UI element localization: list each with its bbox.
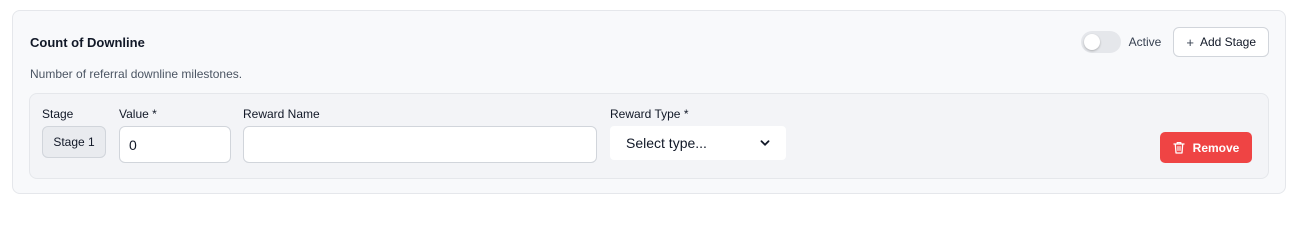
trash-icon: [1173, 141, 1185, 154]
chevron-down-icon: [760, 140, 770, 146]
reward-type-label: Reward Type *: [610, 107, 689, 121]
stage-label: Stage: [42, 107, 74, 121]
reward-type-value: Select type...: [626, 135, 707, 151]
add-stage-button[interactable]: + Add Stage: [1173, 27, 1269, 57]
count-of-downline-card: Count of Downline Number of referral dow…: [12, 10, 1286, 194]
header-actions: Active + Add Stage: [1080, 27, 1269, 57]
section-title: Count of Downline: [30, 35, 145, 50]
active-label: Active: [1128, 35, 1162, 49]
section-description: Number of referral downline milestones.: [30, 67, 243, 81]
active-toggle[interactable]: [1080, 31, 1121, 53]
remove-stage-button[interactable]: Remove: [1160, 132, 1252, 163]
add-stage-label: Add Stage: [1199, 35, 1256, 49]
plus-icon: +: [1186, 34, 1194, 50]
remove-label: Remove: [1192, 140, 1240, 155]
stage-badge: Stage 1: [42, 126, 106, 158]
reward-type-select[interactable]: Select type...: [610, 126, 786, 160]
reward-name-input[interactable]: [243, 126, 597, 163]
value-input[interactable]: [119, 126, 231, 163]
toggle-knob: [1083, 34, 1100, 50]
reward-name-label: Reward Name: [243, 107, 320, 121]
value-label: Value *: [119, 107, 157, 121]
stage-row: Stage Stage 1 Value * Reward Name Reward…: [29, 93, 1269, 179]
